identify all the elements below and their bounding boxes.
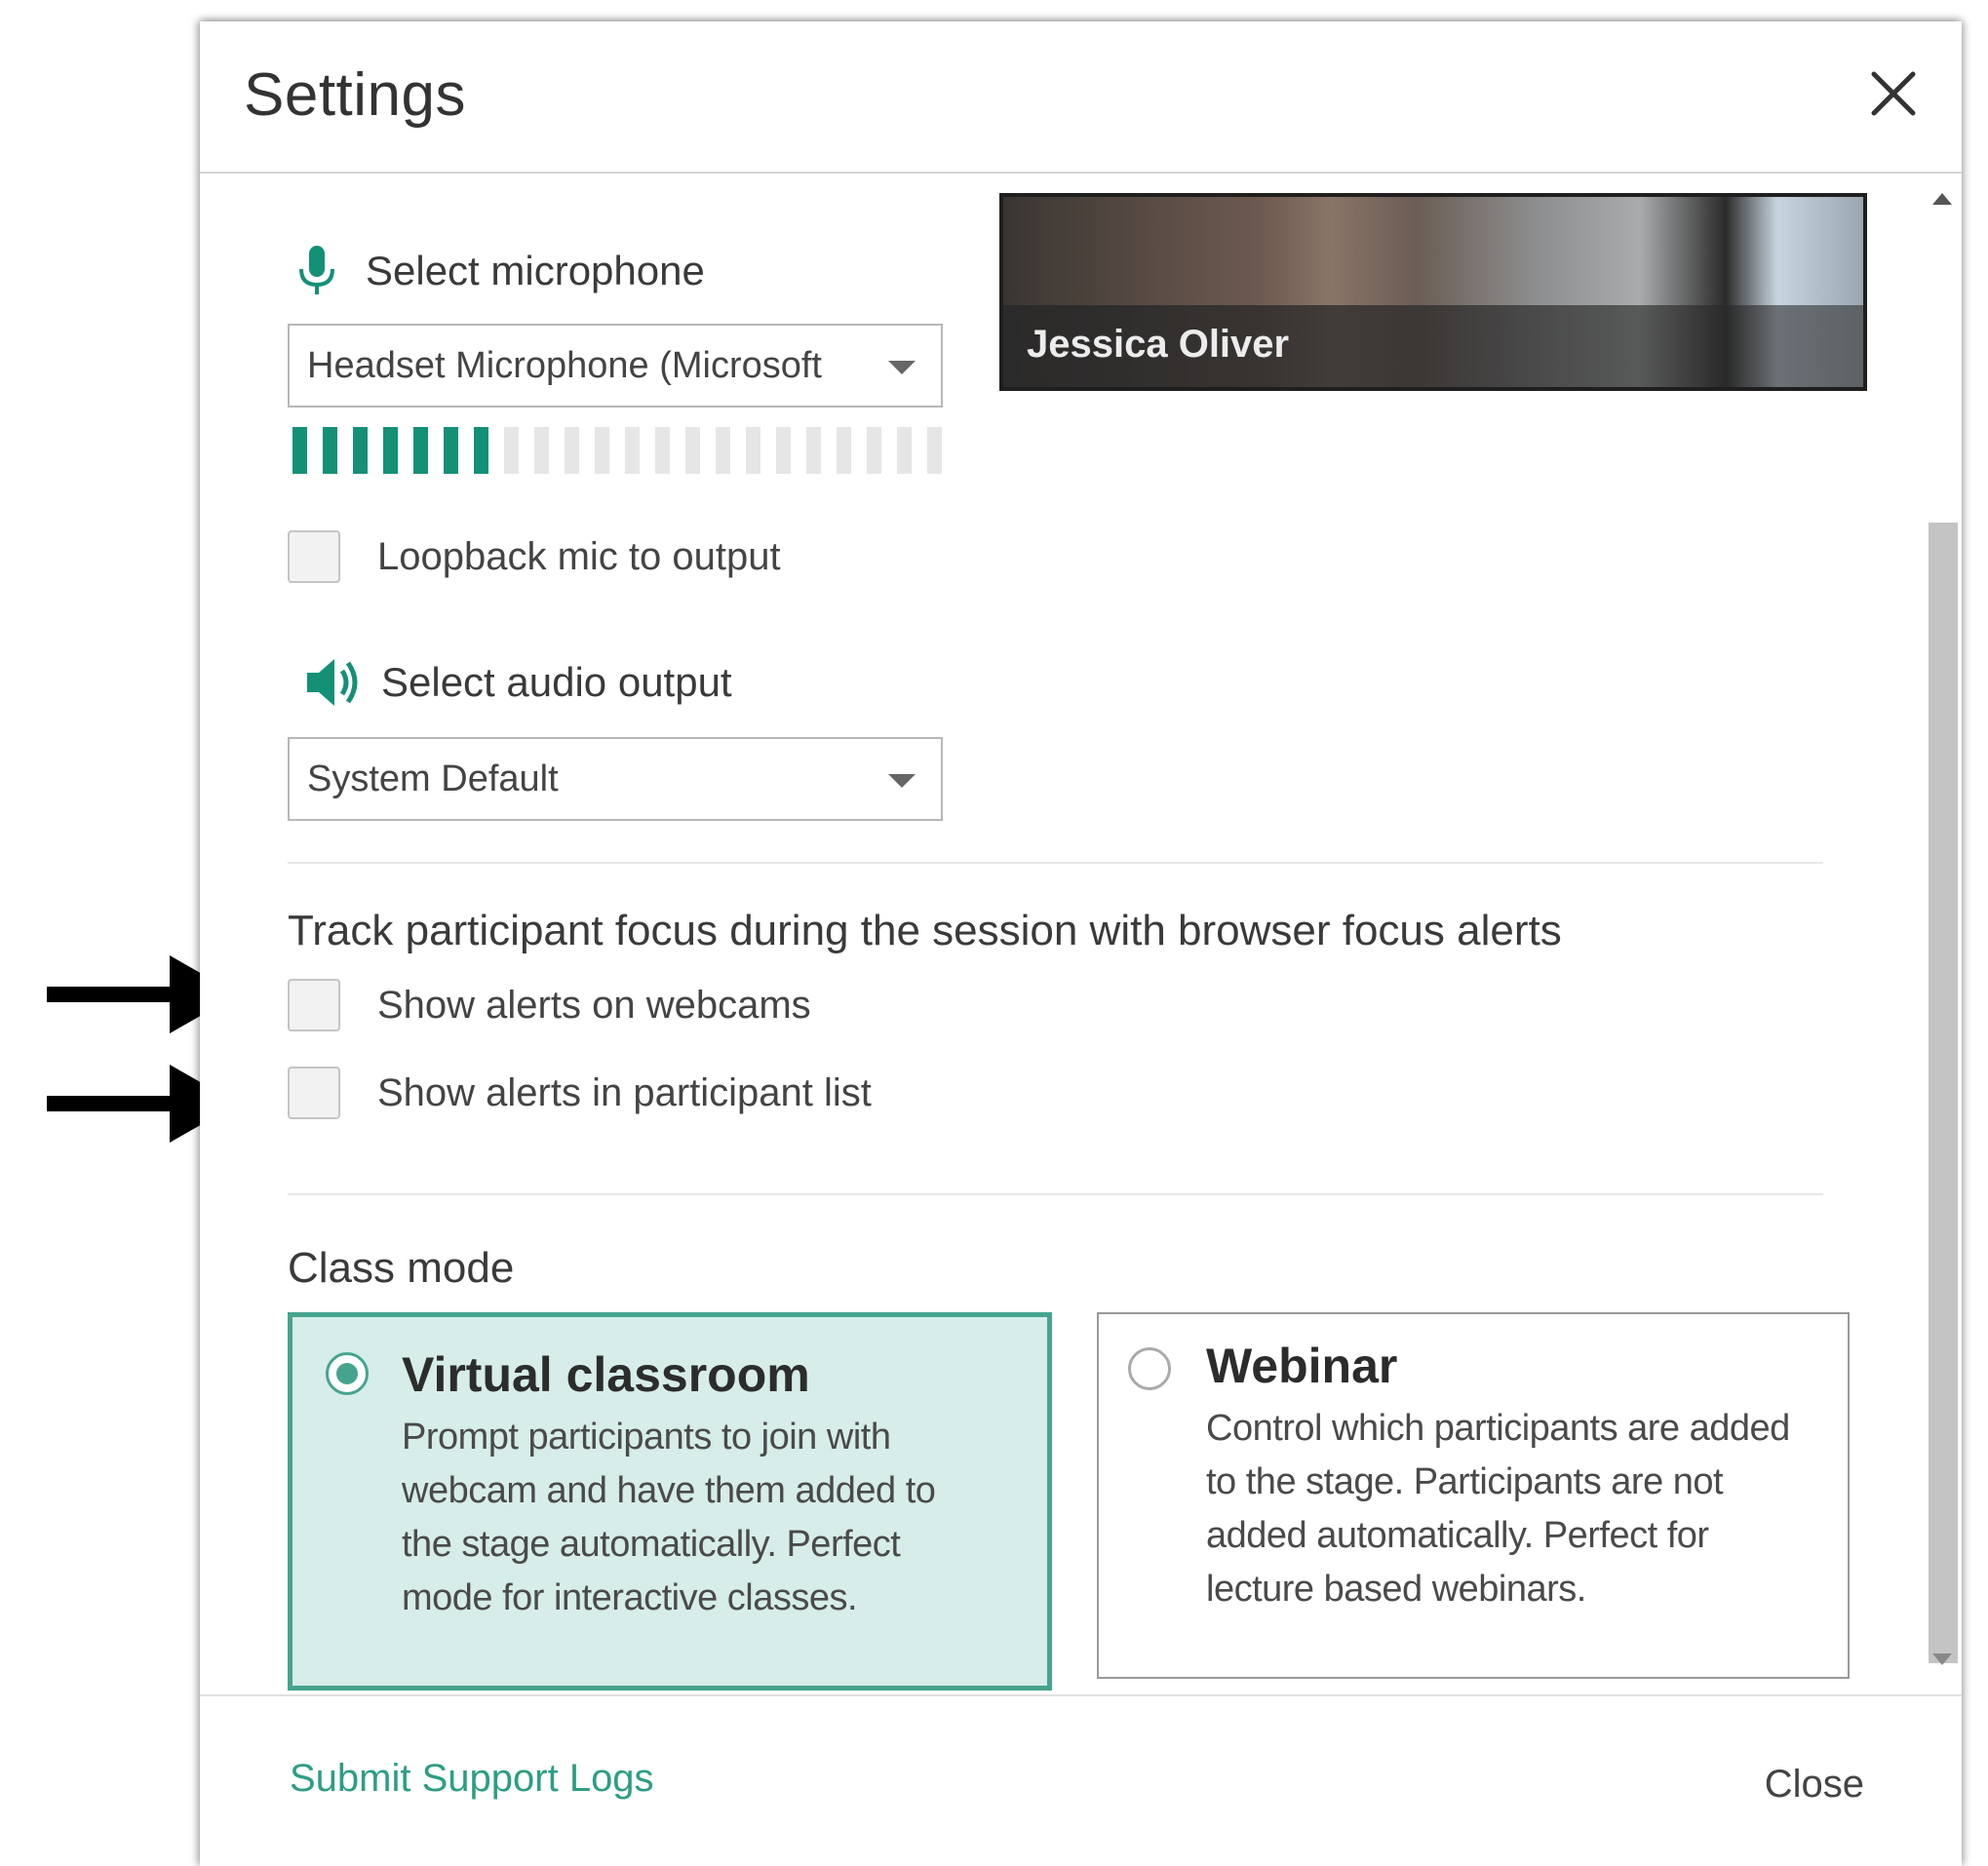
chevron-down-icon xyxy=(888,774,916,788)
level-meter-bar xyxy=(474,427,488,474)
level-meter-bar xyxy=(292,427,307,474)
level-meter-bar xyxy=(534,427,549,474)
virtual-classroom-title: Virtual classroom xyxy=(402,1347,810,1402)
scroll-down-icon[interactable] xyxy=(1932,1653,1952,1665)
audio-output-select-value: System Default xyxy=(307,758,559,799)
level-meter-bar xyxy=(867,427,881,474)
webinar-title: Webinar xyxy=(1206,1339,1398,1393)
level-meter-bar xyxy=(565,427,579,474)
radio-webinar[interactable] xyxy=(1128,1347,1171,1390)
alerts-webcams-checkbox[interactable] xyxy=(288,979,340,1031)
audio-output-select[interactable]: System Default xyxy=(288,737,943,821)
section-divider xyxy=(288,862,1823,864)
microphone-level-meter xyxy=(292,427,942,474)
microphone-icon xyxy=(299,246,334,294)
radio-virtual-classroom[interactable] xyxy=(326,1352,369,1395)
class-mode-title: Class mode xyxy=(288,1244,515,1292)
level-meter-bar xyxy=(685,427,700,474)
video-preview: Jessica Oliver xyxy=(999,193,1867,391)
participant-name: Jessica Oliver xyxy=(1027,323,1290,366)
microphone-select[interactable]: Headset Microphone (Microsoft xyxy=(288,324,943,408)
alerts-webcams-checkbox-row[interactable]: Show alerts on webcams xyxy=(288,979,811,1031)
level-meter-bar xyxy=(413,427,428,474)
settings-dialog: Settings Jessica Oliver Select microphon… xyxy=(200,21,1962,1866)
chevron-down-icon xyxy=(888,361,916,374)
level-meter-bar xyxy=(353,427,368,474)
alerts-participant-list-checkbox[interactable] xyxy=(288,1067,340,1119)
alerts-webcams-label: Show alerts on webcams xyxy=(377,983,811,1027)
section-divider xyxy=(288,1193,1823,1195)
level-meter-bar xyxy=(595,427,609,474)
alerts-participant-list-checkbox-row[interactable]: Show alerts in participant list xyxy=(288,1067,872,1119)
microphone-label-row: Select microphone xyxy=(293,242,705,300)
scroll-thumb[interactable] xyxy=(1929,523,1958,1663)
settings-body: Jessica Oliver Select microphone Headset… xyxy=(200,174,1962,1694)
scrollbar[interactable] xyxy=(1923,174,1962,1694)
focus-alerts-title: Track participant focus during the sessi… xyxy=(288,907,1562,954)
dialog-header: Settings xyxy=(200,21,1962,174)
level-meter-bar xyxy=(806,427,821,474)
mode-card-webinar[interactable]: Webinar Control which participants are a… xyxy=(1097,1312,1850,1679)
level-meter-bar xyxy=(897,427,912,474)
virtual-classroom-description: Prompt participants to join with webcam … xyxy=(402,1417,936,1618)
audio-output-label-row: Select audio output xyxy=(305,655,732,710)
level-meter-bar xyxy=(655,427,670,474)
microphone-label: Select microphone xyxy=(366,248,705,293)
level-meter-bar xyxy=(625,427,640,474)
dialog-footer: Submit Support Logs Close xyxy=(200,1694,1962,1866)
level-meter-bar xyxy=(444,427,458,474)
loopback-checkbox[interactable] xyxy=(288,530,340,583)
scroll-up-icon[interactable] xyxy=(1932,193,1952,205)
level-meter-bar xyxy=(927,427,942,474)
page: Settings Jessica Oliver Select microphon… xyxy=(0,0,1988,1866)
webinar-description: Control which participants are added to … xyxy=(1206,1408,1790,1610)
level-meter-bar xyxy=(776,427,791,474)
close-icon[interactable] xyxy=(1864,64,1923,123)
speaker-icon xyxy=(307,659,358,706)
microphone-select-value: Headset Microphone (Microsoft xyxy=(307,345,822,386)
loopback-checkbox-row[interactable]: Loopback mic to output xyxy=(288,530,781,583)
video-name-overlay: Jessica Oliver xyxy=(1003,305,1863,387)
level-meter-bar xyxy=(746,427,760,474)
alerts-participant-list-label: Show alerts in participant list xyxy=(377,1070,872,1114)
mode-card-virtual-classroom[interactable]: Virtual classroom Prompt participants to… xyxy=(288,1312,1052,1691)
level-meter-bar xyxy=(504,427,519,474)
level-meter-bar xyxy=(837,427,851,474)
close-button[interactable]: Close xyxy=(1765,1763,1864,1807)
level-meter-bar xyxy=(323,427,337,474)
level-meter-bar xyxy=(383,427,398,474)
level-meter-bar xyxy=(716,427,730,474)
loopback-label: Loopback mic to output xyxy=(377,534,781,578)
submit-support-logs-link[interactable]: Submit Support Logs xyxy=(290,1757,654,1801)
audio-output-label: Select audio output xyxy=(381,659,732,705)
dialog-title: Settings xyxy=(244,61,467,129)
